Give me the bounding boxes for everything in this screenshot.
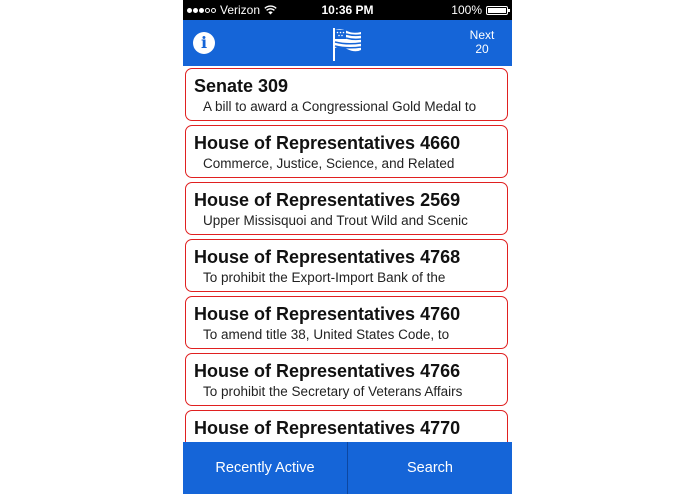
us-flag-icon — [333, 28, 362, 61]
bill-list-item[interactable]: House of Representatives 4768 To prohibit… — [185, 239, 508, 292]
nav-bar: i Next 20 — [183, 20, 512, 66]
bill-description: To prohibit the Export-Import Bank of th… — [203, 270, 446, 285]
bill-list-item[interactable]: Senate 309 A bill to award a Congressiona… — [185, 68, 508, 121]
info-button[interactable]: i — [193, 32, 215, 54]
bill-list-item[interactable]: House of Representatives 4766 To prohibit… — [185, 353, 508, 406]
next-20-button[interactable]: Next 20 — [462, 28, 502, 56]
battery-percent: 100% — [451, 3, 482, 17]
battery-fill — [488, 7, 506, 13]
bill-description: To prohibit the Secretary of Veterans Af… — [203, 384, 463, 399]
bill-title: House of Representatives 4766 — [194, 361, 461, 381]
bill-list-item[interactable]: House of Representatives 2569 Upper Missi… — [185, 182, 508, 235]
bill-description: Upper Missisquoi and Trout Wild and Scen… — [203, 213, 468, 228]
status-right: 100% — [451, 3, 510, 17]
bill-list: Senate 309 A bill to award a Congressiona… — [183, 66, 512, 442]
bill-title: House of Representatives 4660 — [194, 133, 461, 153]
bill-list-item[interactable]: House of Representatives 4760 To amend ti… — [185, 296, 508, 349]
bill-title: House of Representatives 4770 — [194, 418, 461, 438]
bill-list-item[interactable]: House of Representatives 4770To amend ti… — [185, 410, 508, 442]
phone-screen: Verizon 10:36 PM 100% i Next 20 Senate 3… — [183, 0, 512, 494]
bill-title: House of Representatives 4768 — [194, 247, 461, 267]
search-tab[interactable]: Search — [347, 442, 512, 494]
next-label: Next — [469, 28, 495, 42]
recently-active-tab[interactable]: Recently Active — [183, 442, 347, 494]
bill-description: To amend title 38, United States Code, t… — [203, 327, 450, 342]
bill-title: House of Representatives 4760 — [194, 304, 461, 324]
next-count: 20 — [475, 42, 489, 56]
bill-list-item[interactable]: House of Representatives 4660 Commerce, J… — [185, 125, 508, 178]
bill-description: Commerce, Justice, Science, and Related — [203, 156, 455, 171]
status-bar: Verizon 10:36 PM 100% — [183, 0, 512, 20]
tab-bar: Recently Active Search — [183, 442, 512, 494]
battery-icon — [486, 5, 510, 15]
bill-title: Senate 309 — [194, 76, 289, 96]
bill-description: A bill to award a Congressional Gold Med… — [203, 99, 477, 114]
bill-title: House of Representatives 2569 — [194, 190, 461, 210]
